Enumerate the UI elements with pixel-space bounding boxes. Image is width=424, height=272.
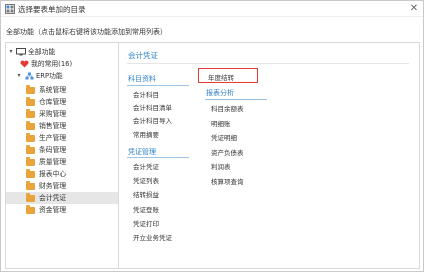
tree-item-label: 资金管理	[39, 206, 67, 214]
section-heading-report-analysis: 报表分析	[206, 89, 234, 97]
collapse-toggle-icon[interactable]: ▾	[7, 46, 15, 58]
tree-item-label: 系统管理	[39, 86, 67, 94]
tree-item-quality[interactable]: 质量管理	[6, 156, 118, 168]
tree-item-accounting-voucher[interactable]: 会计凭证	[6, 192, 118, 204]
tree-item-finance[interactable]: 财务管理	[6, 180, 118, 192]
folder-icon	[26, 145, 35, 154]
title-bar: 选择要表单加的目录 ✕	[1, 1, 423, 17]
folder-icon	[26, 121, 35, 130]
function-item-voucher-posting[interactable]: 凭证登账	[133, 204, 159, 214]
function-item-common-summary[interactable]: 常用摘要	[133, 129, 159, 139]
tree-item-label: 财务管理	[39, 182, 67, 190]
window-title: 选择要表单加的目录	[18, 5, 86, 14]
monitor-icon	[16, 48, 26, 56]
function-item-open-business-voucher[interactable]: 开立业务凭证	[133, 232, 172, 242]
folder-icon	[26, 157, 35, 166]
tree-item-purchase[interactable]: 采购管理	[6, 108, 118, 120]
folder-icon	[26, 109, 35, 118]
function-item-account-subject[interactable]: 会计科目	[133, 89, 159, 99]
function-item-accounting-item-query[interactable]: 核算项查询	[211, 176, 244, 186]
tree-item-label: 质量管理	[39, 158, 67, 166]
tree-item-label: 会计凭证	[39, 194, 67, 202]
heart-icon	[20, 60, 29, 68]
folder-icon	[26, 169, 35, 178]
function-item-carry-forward-pl[interactable]: 结转损益	[133, 189, 159, 199]
hint-text: 全部功能（点击鼠标右键将该功能添加到常用列表）	[6, 28, 167, 36]
folder-icon	[26, 97, 35, 106]
tree-item-funds[interactable]: 资金管理	[6, 204, 118, 216]
tree-item-system[interactable]: 系统管理	[6, 84, 118, 96]
function-item-voucher[interactable]: 会计凭证	[133, 161, 159, 171]
folder-icon	[26, 205, 35, 214]
folder-icon	[26, 193, 35, 202]
title-divider	[127, 63, 409, 64]
tree-item-production[interactable]: 生产管理	[6, 132, 118, 144]
tree-item-label: 条码管理	[39, 146, 67, 154]
function-item-voucher-print[interactable]: 凭证打印	[133, 218, 159, 228]
tree-item-barcode[interactable]: 条码管理	[6, 144, 118, 156]
function-item-year-end-carryover[interactable]: 年度结转	[208, 72, 234, 82]
function-item-detail-ledger[interactable]: 明细账	[211, 118, 231, 128]
function-item-balance-sheet[interactable]: 资产负债表	[211, 147, 244, 157]
section-divider	[127, 157, 189, 158]
section-heading-subjects: 科目资料	[128, 75, 156, 83]
function-item-subject-list[interactable]: 会计科目清单	[133, 102, 172, 112]
tree-item-all-functions[interactable]: ▾ 全部功能	[6, 46, 118, 58]
dialog-window: 选择要表单加的目录 ✕ 全部功能（点击鼠标右键将该功能添加到常用列表） ▾ 全部…	[0, 0, 424, 272]
tree-item-sales[interactable]: 销售管理	[6, 120, 118, 132]
close-button[interactable]: ✕	[407, 2, 421, 16]
folder-icon	[26, 181, 35, 190]
tree-item-warehouse[interactable]: 仓库管理	[6, 96, 118, 108]
function-item-voucher-detail[interactable]: 凭证明细	[211, 132, 237, 142]
panel-title: 会计凭证	[128, 51, 158, 60]
tree-item-favorites[interactable]: 我的常用(16)	[6, 58, 118, 70]
network-icon	[25, 72, 34, 80]
function-tree: ▾ 全部功能 我的常用(16) ▾ ERP功能 系统管理 仓库管理 采购管理 销…	[5, 42, 118, 269]
collapse-toggle-icon[interactable]: ▾	[15, 70, 23, 82]
tree-item-label: 生产管理	[39, 134, 67, 142]
function-item-income-statement[interactable]: 利润表	[211, 161, 231, 171]
app-icon	[5, 4, 15, 14]
folder-icon	[26, 133, 35, 142]
folder-icon	[26, 85, 35, 94]
tree-item-reports[interactable]: 报表中心	[6, 168, 118, 180]
function-detail-panel: 会计凭证 科目资料 会计科目 会计科目清单 会计科目导入 常用摘要 凭证管理 会…	[118, 42, 420, 269]
function-item-voucher-list[interactable]: 凭证列表	[133, 175, 159, 185]
section-heading-voucher-management: 凭证管理	[128, 148, 156, 156]
tree-item-label: 采购管理	[39, 110, 67, 118]
tree-item-label: ERP功能	[36, 72, 63, 80]
tree-item-label: 仓库管理	[39, 98, 67, 106]
tree-item-label: 全部功能	[28, 48, 56, 56]
tree-item-erp[interactable]: ▾ ERP功能	[6, 70, 118, 82]
function-item-subject-balance[interactable]: 科目余额表	[211, 103, 244, 113]
section-divider	[205, 99, 267, 100]
tree-item-label: 报表中心	[39, 170, 67, 178]
function-item-subject-import[interactable]: 会计科目导入	[133, 115, 172, 125]
tree-item-label: 销售管理	[39, 122, 67, 130]
tree-item-label: 我的常用(16)	[31, 60, 73, 68]
section-divider	[127, 85, 189, 86]
